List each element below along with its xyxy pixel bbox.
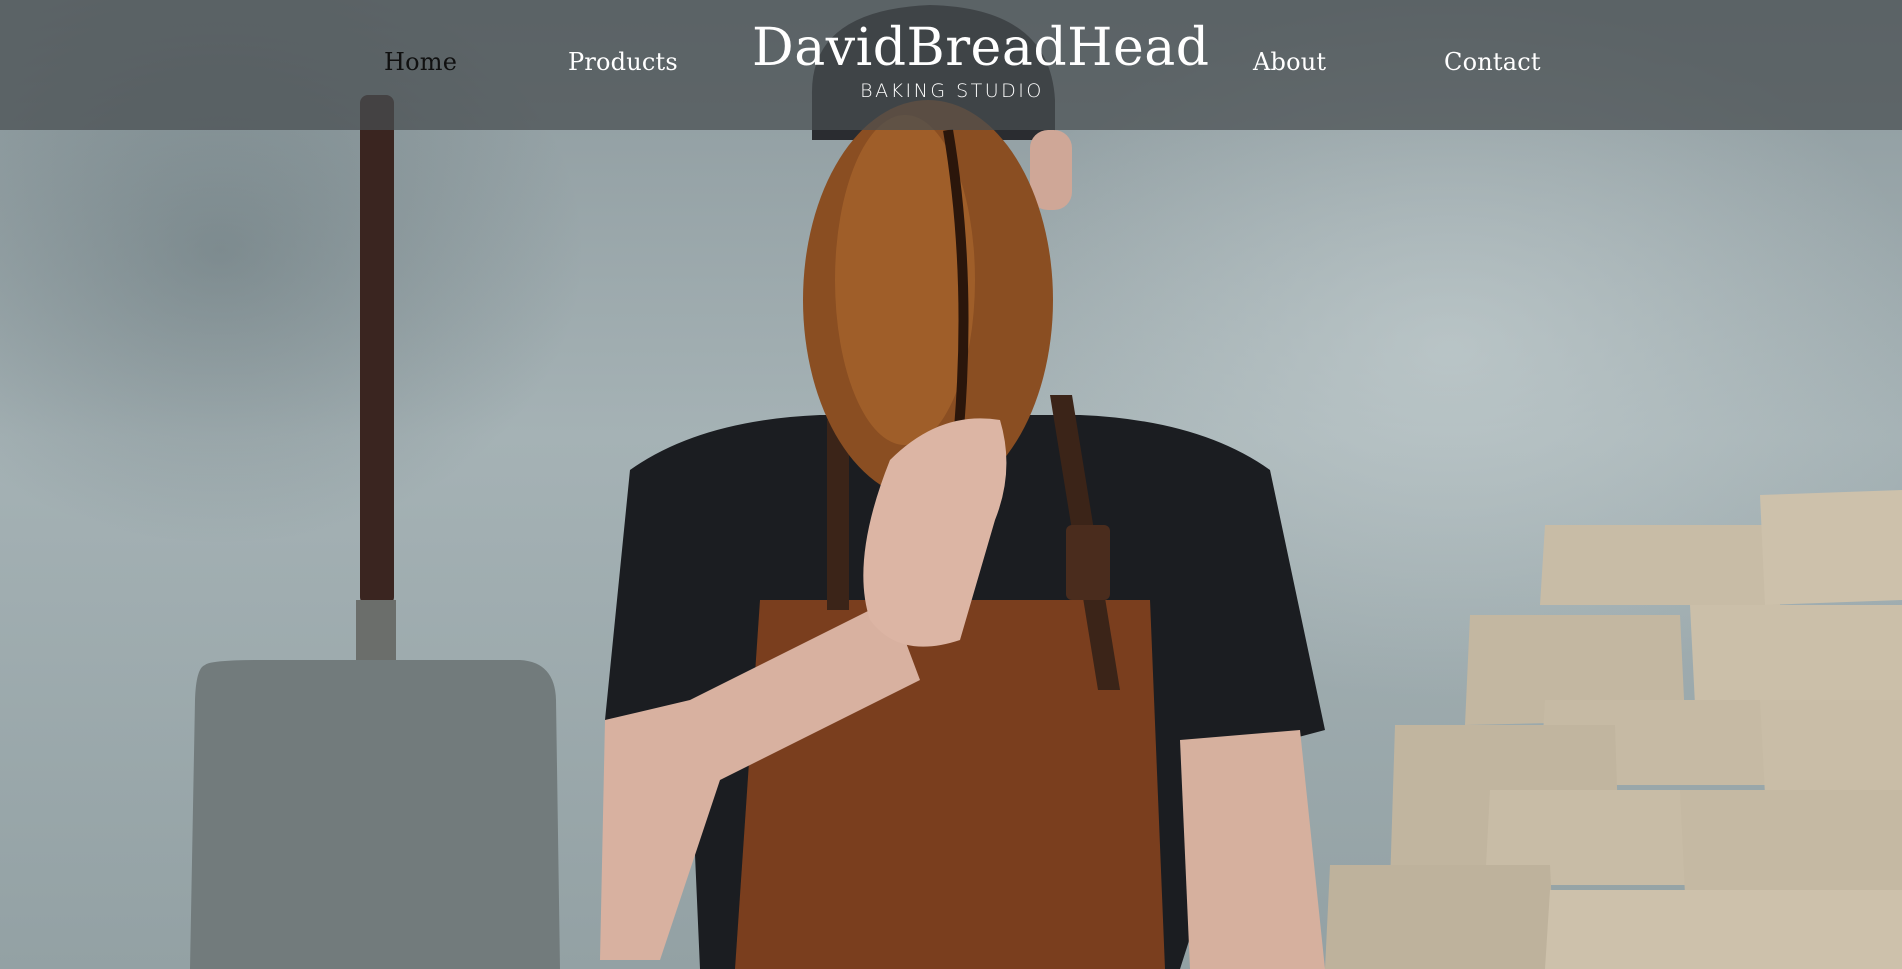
peel-handle <box>360 95 394 605</box>
apron-buckle <box>1066 525 1110 600</box>
brand-logo[interactable]: DavidBreadHead BAKING STUDIO <box>752 18 1210 108</box>
nav-contact-link[interactable]: Contact <box>1444 48 1541 76</box>
proofing-bowls <box>1325 490 1902 969</box>
top-navigation-bar: Home Products DavidBreadHead BAKING STUD… <box>0 0 1902 130</box>
peel-paddle <box>190 660 560 969</box>
ear <box>1030 130 1072 210</box>
nav-about-link[interactable]: About <box>1253 48 1326 76</box>
nav-home-link[interactable]: Home <box>384 48 457 76</box>
nav-products-link[interactable]: Products <box>568 48 678 76</box>
hero-image <box>0 0 1902 969</box>
brand-title: DavidBreadHead <box>752 18 1210 78</box>
baker-holding-bread-photo-icon <box>190 5 1902 969</box>
right-arm <box>1180 730 1325 969</box>
brand-subtitle: BAKING STUDIO <box>860 80 1044 102</box>
